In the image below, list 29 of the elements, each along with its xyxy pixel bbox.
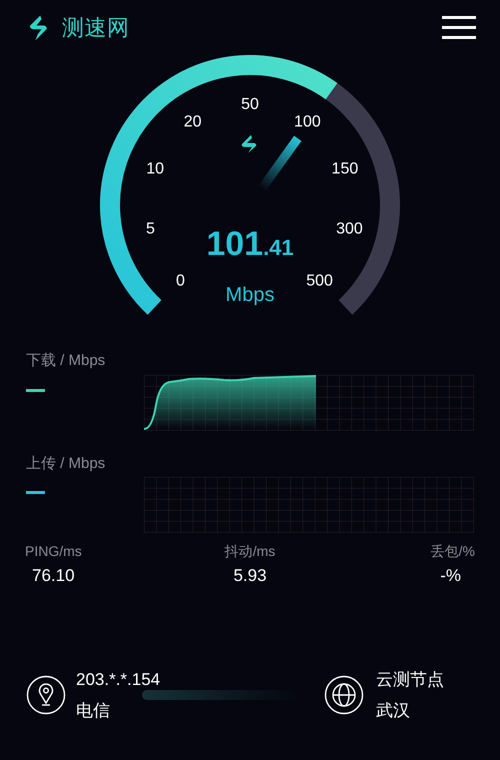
scale-label: 500 bbox=[306, 272, 333, 290]
scale-label: 50 bbox=[241, 96, 259, 113]
app-name: 测速网 bbox=[62, 14, 130, 42]
gauge-needle bbox=[258, 136, 302, 192]
graph-label: 上传 / Mbps bbox=[26, 454, 106, 474]
location-pin-icon bbox=[26, 675, 66, 715]
graph-label: 下载 / Mbps bbox=[26, 351, 106, 371]
ip-address: 203.*.*.154 bbox=[76, 668, 160, 690]
scale-label: 150 bbox=[332, 160, 358, 178]
stat-value: -% bbox=[440, 565, 461, 587]
scale-label: 20 bbox=[184, 114, 202, 131]
server-label: 云测节点 bbox=[376, 668, 444, 690]
stat-label: PING/ms bbox=[25, 542, 82, 561]
stat-value: 76.10 bbox=[32, 565, 75, 587]
scale-label: 300 bbox=[336, 220, 363, 238]
menu-icon[interactable] bbox=[442, 16, 476, 39]
globe-icon bbox=[324, 675, 364, 715]
scale-label: 5 bbox=[146, 220, 155, 238]
speed-unit: Mbps bbox=[226, 284, 274, 306]
scale-label: 100 bbox=[294, 114, 321, 131]
stat-label: 抖动/ms bbox=[224, 542, 276, 561]
logo-icon bbox=[242, 135, 256, 153]
stat-label: 丢包/% bbox=[430, 542, 475, 561]
speed-value: 101.41 bbox=[206, 225, 294, 263]
carrier-name: 电信 bbox=[76, 700, 111, 722]
scale-label: 0 bbox=[176, 272, 185, 290]
server-city: 武汉 bbox=[376, 700, 411, 722]
scale-label: 10 bbox=[146, 160, 164, 178]
stat-value: 5.93 bbox=[233, 565, 267, 587]
